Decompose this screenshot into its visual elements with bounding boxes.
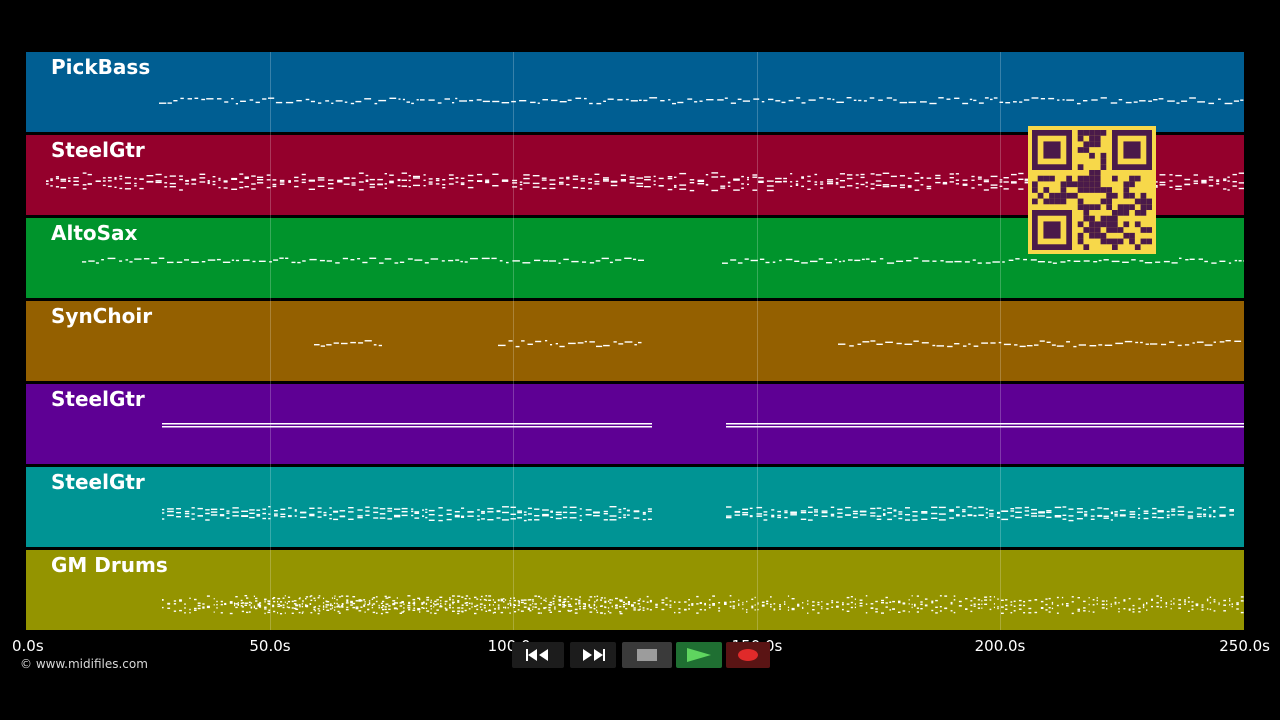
track-lane[interactable]: SynChoir [26,301,1244,381]
fast-forward-icon [583,649,605,661]
track-lane[interactable]: PickBass [26,52,1244,132]
note-pattern [162,506,1234,522]
track-name: SteelGtr [51,138,145,162]
copyright-notice: © www.midifiles.com [20,657,148,671]
time-tick-label: 250.0s [1219,637,1270,655]
stop-button[interactable] [622,642,672,668]
time-tick-label: 0.0s [12,637,44,655]
play-icon [687,648,711,662]
track-name: SynChoir [51,304,153,328]
transport-controls [512,642,770,668]
gridline [513,52,514,630]
note-pattern [162,423,1244,428]
track-name: AltoSax [51,221,138,245]
rewind-icon [526,649,548,661]
time-tick-label: 200.0s [974,637,1026,655]
record-button[interactable] [726,642,770,668]
gridline [757,52,758,630]
track-name: GM Drums [51,553,168,577]
gridline [270,52,271,630]
note-pattern [162,595,1244,615]
track-lane[interactable]: SteelGtr [26,384,1244,464]
qr-code-icon [1028,126,1156,254]
record-icon [738,649,758,661]
time-tick-label: 50.0s [249,637,291,655]
stop-icon [637,649,657,661]
rewind-button[interactable] [512,642,564,668]
note-pattern [159,97,1244,105]
piano-roll: PickBass SteelGtr AltoSax SynChoir Steel… [0,0,1280,720]
track-name: SteelGtr [51,470,145,494]
fast-forward-button[interactable] [570,642,616,668]
note-pattern [314,340,1242,348]
track-lane[interactable]: SteelGtr [26,467,1244,547]
track-name: PickBass [51,55,151,79]
play-button[interactable] [676,642,722,668]
track-lane[interactable]: GM Drums [26,550,1244,630]
track-name: SteelGtr [51,387,145,411]
gridline [1000,52,1001,630]
